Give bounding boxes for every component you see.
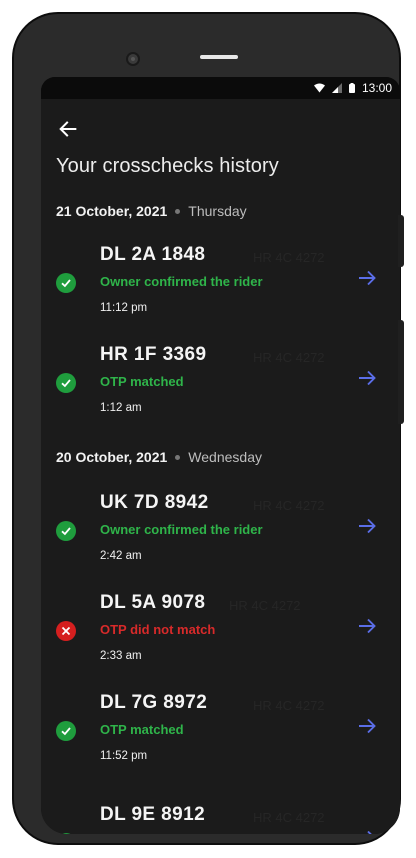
arrow-right-icon[interactable] (357, 716, 377, 736)
front-camera (126, 52, 140, 66)
status-time: 13:00 (361, 81, 392, 95)
check-circle-icon (56, 273, 76, 293)
crosscheck-status: OTP matched (100, 722, 184, 737)
faded-plate: HR 4C 4272 (229, 598, 301, 613)
crosscheck-status: OTP matched (100, 374, 184, 389)
earpiece-speaker (200, 55, 238, 59)
date-header: 21 October, 2021 Thursday (56, 203, 247, 219)
crosscheck-status: Owner confirmed the rider (100, 522, 263, 537)
page-title: Your crosschecks history (56, 155, 279, 177)
history-list-item[interactable]: DL 5A 9078 HR 4C 4272 OTP did not match … (41, 572, 400, 672)
arrow-right-icon[interactable] (357, 516, 377, 536)
crosscheck-time: 2:33 am (100, 650, 142, 662)
faded-plate: HR 4C 4272 (253, 698, 325, 713)
wifi-icon (313, 83, 325, 93)
history-list-item[interactable]: DL 2A 1848 HR 4C 4272 Owner confirmed th… (41, 224, 400, 324)
history-list-item[interactable]: HR 1F 3369 HR 4C 4272 OTP matched 1:12 a… (41, 324, 400, 424)
crosscheck-status: OTP did not match (100, 622, 216, 637)
faded-plate: HR 4C 4272 (253, 350, 325, 365)
date-label: 20 October, 2021 (56, 449, 168, 465)
check-circle-icon (56, 521, 76, 541)
date-label: 21 October, 2021 (56, 203, 168, 219)
vehicle-plate: DL 7G 8972 (100, 692, 208, 713)
vehicle-plate: UK 7D 8942 (100, 492, 209, 513)
weekday-label: Wednesday (188, 449, 262, 465)
arrow-right-icon[interactable] (357, 268, 377, 288)
vehicle-plate: DL 9E 8912 (100, 804, 206, 825)
check-circle-icon (56, 833, 76, 834)
date-header: 20 October, 2021 Wednesday (56, 449, 262, 465)
check-circle-icon (56, 721, 76, 741)
faded-plate: HR 4C 4272 (253, 810, 325, 825)
arrow-right-icon[interactable] (357, 368, 377, 388)
vehicle-plate: DL 2A 1848 (100, 244, 206, 265)
signal-icon (331, 83, 342, 93)
status-bar: 13:00 (41, 77, 400, 99)
crosscheck-time: 2:42 am (100, 550, 142, 562)
crosscheck-history-screen: Your crosschecks history 21 October, 202… (41, 99, 400, 834)
arrow-right-icon[interactable] (357, 828, 377, 834)
check-circle-icon (56, 373, 76, 393)
history-list-item[interactable]: DL 7G 8972 HR 4C 4272 OTP matched 11:52 … (41, 672, 400, 772)
separator-dot (175, 208, 181, 214)
vehicle-plate: DL 5A 9078 (100, 592, 206, 613)
battery-icon (348, 83, 355, 93)
crosscheck-time: 11:52 pm (100, 750, 148, 762)
volume-button (398, 215, 404, 267)
crosscheck-time: 1:12 am (100, 402, 142, 414)
screen: 13:00 Your crosschecks history 21 Octobe… (41, 77, 400, 834)
faded-plate: HR 4C 4272 (253, 498, 325, 513)
history-list-item[interactable]: UK 7D 8942 HR 4C 4272 Owner confirmed th… (41, 472, 400, 572)
arrow-left-icon[interactable] (57, 118, 79, 140)
error-circle-icon (56, 621, 76, 641)
separator-dot (175, 454, 181, 460)
vehicle-plate: HR 1F 3369 (100, 344, 207, 365)
arrow-right-icon[interactable] (357, 616, 377, 636)
faded-plate: HR 4C 4272 (253, 250, 325, 265)
phone-frame: 13:00 Your crosschecks history 21 Octobe… (12, 12, 401, 845)
weekday-label: Thursday (188, 203, 247, 219)
history-list-item[interactable]: DL 9E 8912 HR 4C 4272 (41, 784, 400, 834)
crosscheck-status: Owner confirmed the rider (100, 274, 263, 289)
crosscheck-time: 11:12 pm (100, 302, 148, 314)
power-button (398, 320, 404, 424)
